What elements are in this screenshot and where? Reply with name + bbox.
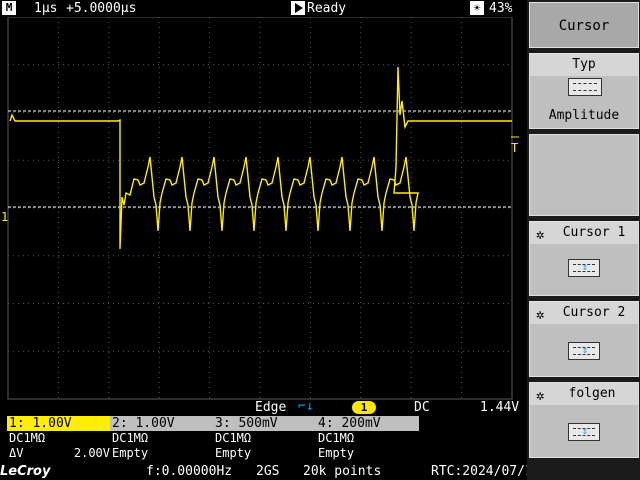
follow-icon: ⇕ — [568, 423, 600, 441]
cursor-2-button[interactable]: ✲ Cursor 2 ⇕ — [529, 301, 639, 377]
trigger-coupling: DC — [414, 400, 430, 415]
cursor-1-button[interactable]: ✲ Cursor 1 ⇕ — [529, 221, 639, 296]
channel-4-coupling: DC1MΩ — [318, 431, 355, 445]
record-length: 20k points — [303, 464, 382, 479]
mode-icon: M — [2, 1, 16, 15]
menu-title-label: Cursor — [558, 18, 610, 34]
battery-level: 43% — [489, 1, 513, 16]
trigger-source-badge: 1 — [352, 401, 376, 414]
sample-rate: 2GS — [256, 464, 280, 479]
lecroy-logo: LeCroy — [0, 464, 51, 479]
channel-4-scale: 4: 200mV — [316, 416, 419, 431]
type-button[interactable]: Typ Amplitude — [529, 53, 639, 129]
run-status-icon — [291, 1, 305, 15]
empty-softkey[interactable] — [529, 134, 639, 216]
channel-1-ground-marker: 1 — [1, 210, 8, 224]
type-value: Amplitude — [548, 108, 620, 123]
channel-1-delta-row: ΔV 2.00V — [7, 446, 110, 461]
channel-3-scale: 3: 500mV — [213, 416, 316, 431]
follow-label: folgen — [568, 386, 616, 401]
channel-2-scale: 2: 1.00V — [110, 416, 213, 431]
type-label: Typ — [572, 57, 596, 72]
follow-button[interactable]: ✲ folgen ⇕ — [529, 382, 639, 458]
softkey-menu: Cursor Typ Amplitude ✲ Cursor 1 ⇕ ✲ Curs… — [527, 0, 640, 480]
sun-icon[interactable]: ☀ — [470, 1, 484, 15]
channel-4-status: Empty — [318, 446, 355, 460]
waveform-display[interactable]: 1 T — [0, 17, 527, 400]
channel-4-tab[interactable]: 4: 200mV DC1MΩ Empty — [316, 416, 419, 464]
channel-1-coupling: DC1MΩ — [9, 431, 46, 445]
channel-3-tab[interactable]: 3: 500mV DC1MΩ Empty — [213, 416, 316, 464]
channel-1-delta-value: 2.00V — [73, 446, 110, 460]
channel-1-scale: 1: 1.00V — [7, 416, 110, 431]
cursor-2-icon: ⇕ — [568, 342, 600, 360]
cursor-1-label: Cursor 1 — [562, 225, 626, 240]
channel-1-tab[interactable]: 1: 1.00V DC1MΩ ΔV 2.00V — [7, 416, 110, 464]
trigger-level-marker: T — [511, 141, 518, 155]
run-status-text: Ready — [307, 1, 347, 16]
cursor-1-icon: ⇕ — [568, 259, 600, 277]
graticule — [7, 17, 513, 400]
trigger-delay: +5.0000µs — [66, 1, 137, 16]
channel-1-delta-label: ΔV — [9, 446, 24, 460]
channel-3-status: Empty — [215, 446, 252, 460]
channel-2-status: Empty — [112, 446, 149, 460]
channel-2-tab[interactable]: 2: 1.00V DC1MΩ Empty — [110, 416, 213, 464]
amplitude-cursor-icon — [568, 78, 602, 96]
trigger-level: 1.44V — [480, 400, 520, 415]
channel-3-coupling: DC1MΩ — [215, 431, 252, 445]
trigger-info-bar[interactable]: Edge ⌐↓ 1 DC 1.44V — [0, 399, 527, 416]
top-status-bar: M 1µs +5.0000µs Ready ☀ 43% — [0, 0, 527, 17]
channel-2-coupling: DC1MΩ — [112, 431, 149, 445]
channel-1-trace — [9, 66, 512, 250]
cursor-2-label: Cursor 2 — [562, 305, 626, 320]
falling-edge-icon: ⌐↓ — [298, 399, 314, 414]
frequency-readout: f:0.00000Hz — [146, 464, 233, 479]
trigger-type: Edge — [255, 400, 287, 415]
timebase: 1µs — [34, 1, 58, 16]
cursor-menu-title[interactable]: Cursor — [529, 2, 639, 48]
